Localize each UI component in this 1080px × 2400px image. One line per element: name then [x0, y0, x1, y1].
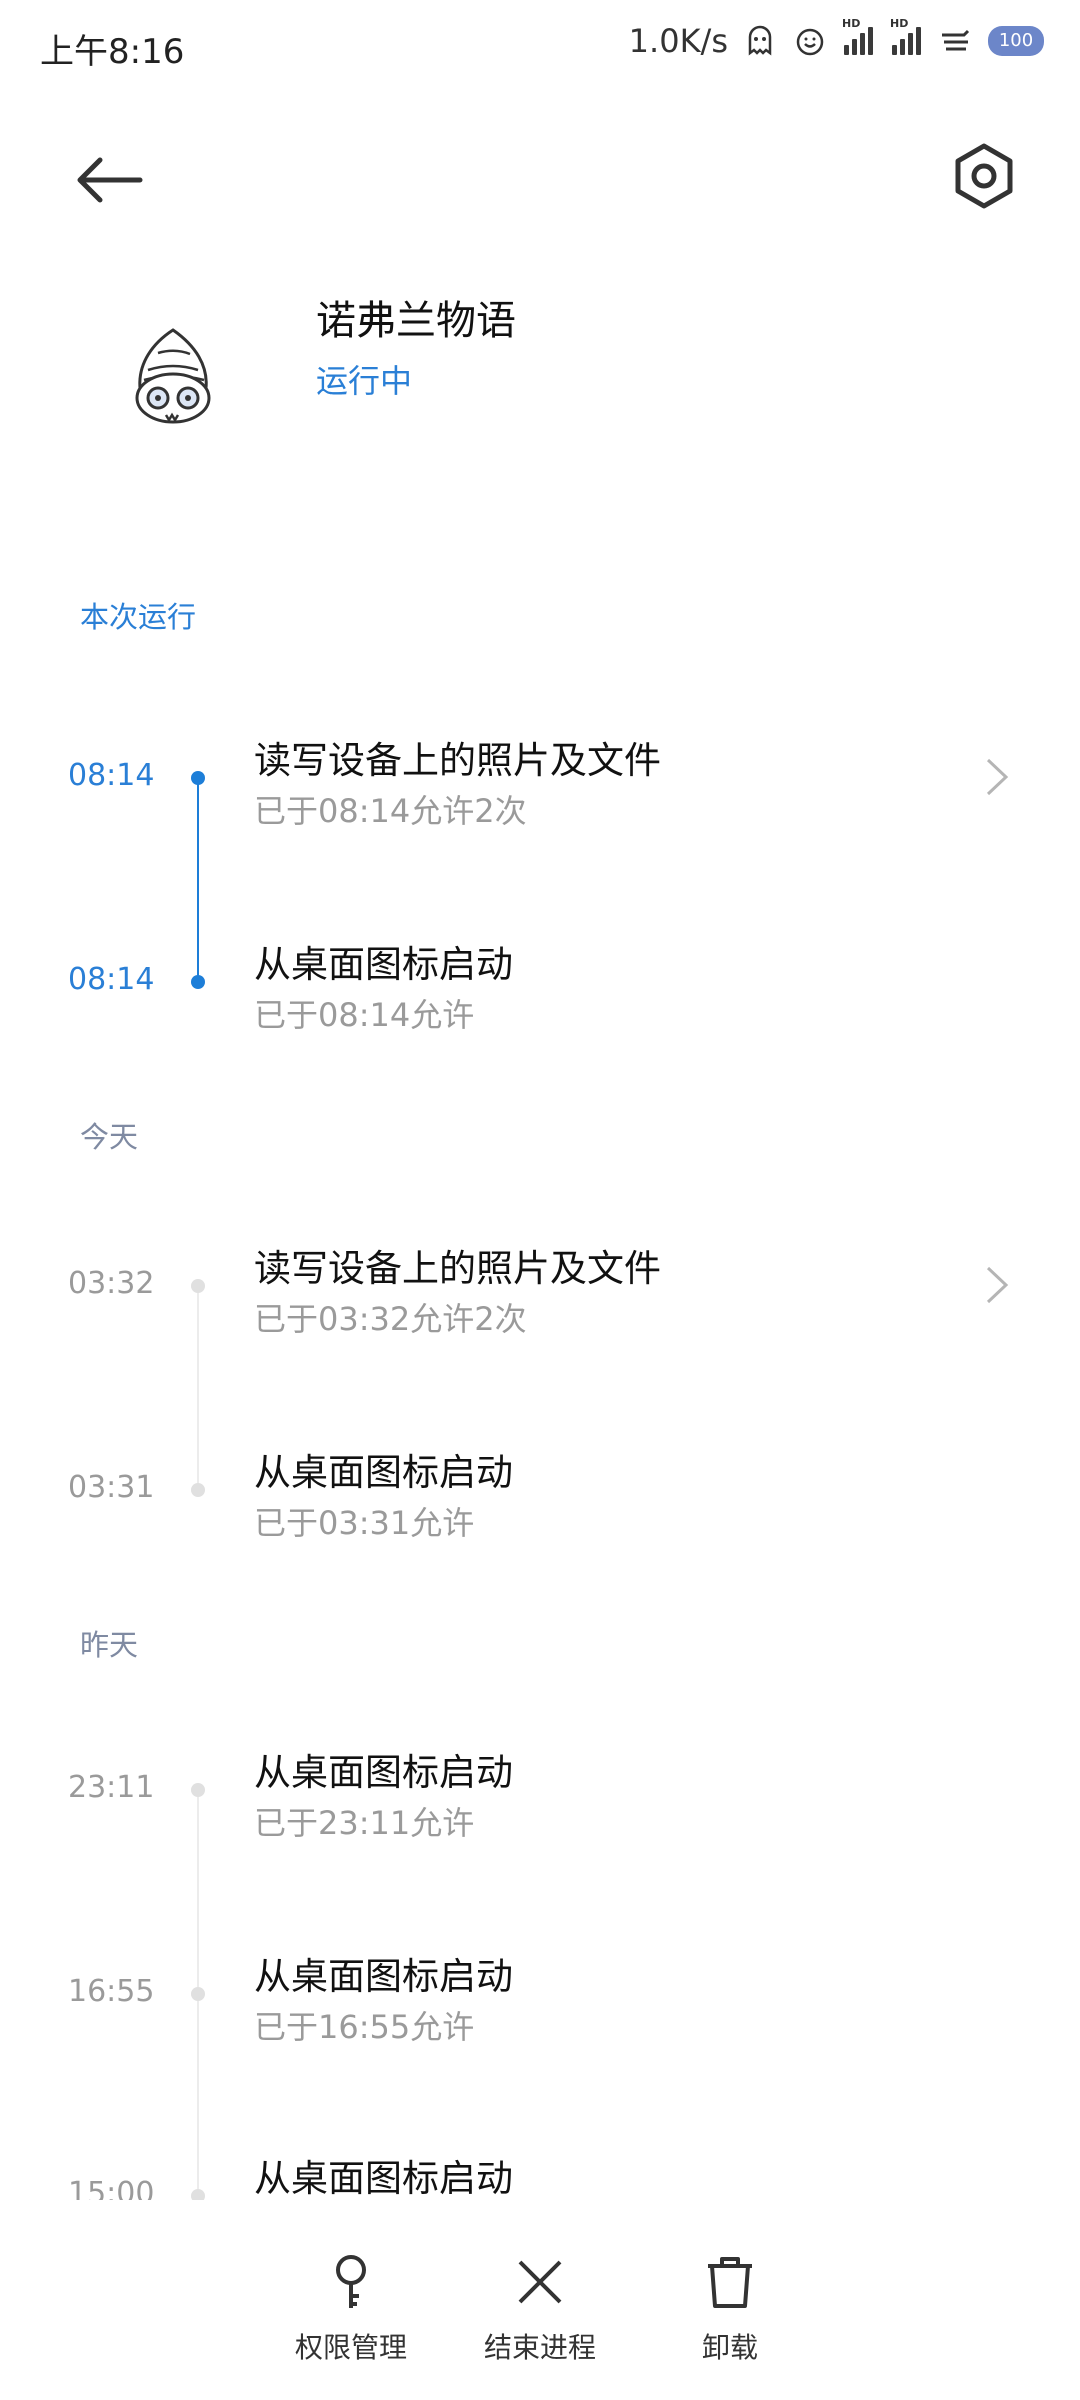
entry-time: 03:32: [68, 1266, 155, 1301]
status-time: 上午8:16: [40, 32, 185, 72]
timeline-dot: [191, 1987, 205, 2001]
app-status: 运行中: [316, 362, 413, 400]
section-title-current: 本次运行: [80, 600, 197, 634]
battery-icon: 100: [988, 26, 1044, 56]
section-title-today: 今天: [80, 1120, 139, 1154]
status-icons: 1.0K/s HD HD 100: [628, 17, 1044, 60]
key-icon: [336, 2255, 366, 2308]
timeline-line-today: [197, 1286, 199, 1490]
uninstall-button[interactable]: 卸载: [630, 2250, 830, 2366]
entry-subtitle: 已于23:11允许: [254, 1804, 475, 1842]
hd-label-2: HD: [890, 17, 909, 30]
entry-time: 08:14: [68, 758, 155, 793]
alarm-icon: [796, 28, 824, 56]
entry-title: 读写设备上的照片及文件: [254, 739, 661, 782]
bottom-action-bar: 权限管理 结束进程 卸载: [0, 2200, 1080, 2400]
net-speed: 1.0K/s: [628, 22, 728, 60]
back-button[interactable]: [70, 140, 150, 220]
settings-button[interactable]: [944, 136, 1024, 216]
timeline-dot: [191, 1483, 205, 1497]
chevron-right-icon[interactable]: [980, 1260, 1014, 1310]
entry-title: 从桌面图标启动: [254, 943, 513, 986]
timeline-dot: [191, 1783, 205, 1797]
entry-title: 从桌面图标启动: [254, 1451, 513, 1494]
entry-subtitle: 已于08:14允许: [254, 996, 475, 1034]
hd-label-1: HD: [842, 17, 861, 30]
entry-subtitle: 已于03:31允许: [254, 1504, 475, 1542]
timeline-dot: [191, 1279, 205, 1293]
entry-subtitle: 已于08:14允许2次: [254, 792, 527, 830]
entry-title: 从桌面图标启动: [254, 1751, 513, 1794]
uninstall-label: 卸载: [701, 2331, 758, 2364]
permissions-label: 权限管理: [294, 2331, 407, 2364]
entry-subtitle: 已于16:55允许: [254, 2008, 475, 2046]
trash-icon: [708, 2257, 752, 2308]
entry-title: 从桌面图标启动: [254, 1955, 513, 1998]
timeline-dot: [191, 771, 205, 785]
status-bar: 上午8:16 1.0K/s HD HD 100: [0, 0, 1080, 92]
section-title-yesterday: 昨天: [80, 1628, 139, 1662]
entry-time: 16:55: [68, 1974, 155, 2009]
entry-title: 读写设备上的照片及文件: [254, 1247, 661, 1290]
signal-1-icon: HD: [842, 17, 876, 59]
app-icon: [135, 328, 211, 424]
permissions-button[interactable]: 权限管理: [251, 2250, 451, 2366]
end-process-button[interactable]: 结束进程: [440, 2250, 640, 2366]
timeline-dot: [191, 975, 205, 989]
close-icon: [518, 2260, 562, 2304]
chevron-right-icon[interactable]: [980, 752, 1014, 802]
entry-title: 从桌面图标启动: [254, 2157, 513, 2200]
entry-time: 08:14: [68, 962, 155, 997]
end-process-label: 结束进程: [483, 2331, 596, 2364]
signal-2-icon: HD: [890, 17, 924, 59]
entry-time: 23:11: [68, 1770, 155, 1805]
ghost-icon: [748, 25, 772, 56]
app-name: 诺弗兰物语: [316, 298, 516, 344]
timeline-line-current: [197, 778, 199, 980]
entry-time: 03:31: [68, 1470, 155, 1505]
entry-subtitle: 已于03:32允许2次: [254, 1300, 527, 1338]
wifi-icon: [942, 29, 970, 51]
